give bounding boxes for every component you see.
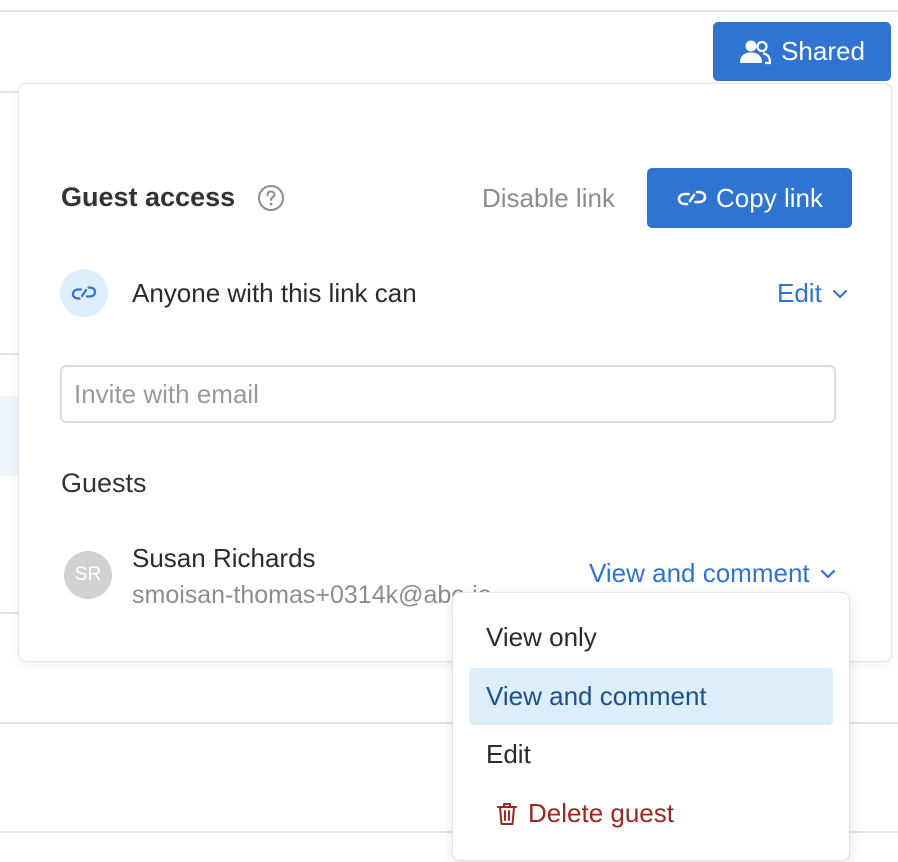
page-divider bbox=[0, 353, 20, 355]
guests-heading: Guests bbox=[61, 468, 147, 498]
menu-item-edit[interactable]: Edit bbox=[469, 726, 833, 783]
trash-icon bbox=[497, 802, 517, 825]
users-icon bbox=[740, 40, 772, 64]
page-divider bbox=[0, 10, 898, 12]
copy-link-button[interactable]: Copy link bbox=[647, 168, 852, 228]
link-permission-text: Anyone with this link can bbox=[132, 278, 417, 308]
link-icon bbox=[677, 190, 707, 206]
menu-item-label: View only bbox=[486, 622, 597, 652]
invite-email-input[interactable] bbox=[60, 365, 836, 423]
page-divider bbox=[0, 612, 20, 614]
shared-button[interactable]: Shared bbox=[713, 22, 891, 81]
menu-item-view-and-comment[interactable]: View and comment bbox=[469, 668, 833, 725]
avatar: SR bbox=[64, 551, 112, 599]
disable-link-button[interactable]: Disable link bbox=[482, 183, 615, 214]
link-badge bbox=[60, 269, 108, 317]
menu-item-delete-guest[interactable]: Delete guest bbox=[469, 785, 833, 842]
shared-button-label: Shared bbox=[781, 36, 865, 66]
link-permission-value: Edit bbox=[777, 278, 822, 308]
chevron-down-icon bbox=[820, 569, 835, 578]
chevron-down-icon bbox=[832, 289, 847, 298]
menu-item-label: Delete guest bbox=[528, 798, 674, 828]
link-permission-dropdown[interactable]: Edit bbox=[777, 278, 848, 309]
copy-link-label: Copy link bbox=[716, 182, 823, 213]
guest-permission-value: View and comment bbox=[589, 558, 810, 588]
link-icon bbox=[71, 286, 97, 300]
page-divider bbox=[0, 91, 20, 93]
share-panel: Guest access Disable link Copy link Anyo… bbox=[18, 83, 892, 662]
permission-menu: View only View and comment Edit Delete g… bbox=[452, 592, 850, 861]
guest-name: Susan Richards bbox=[132, 543, 316, 573]
menu-item-view-only[interactable]: View only bbox=[469, 609, 833, 666]
menu-item-label: View and comment bbox=[486, 681, 707, 711]
page-row-highlight bbox=[0, 396, 18, 476]
menu-item-label: Edit bbox=[486, 739, 531, 769]
app-stage: Shared Guest access Disable link Copy li… bbox=[0, 0, 898, 862]
guest-permission-dropdown[interactable]: View and comment bbox=[589, 558, 836, 589]
guest-email: smoisan-thomas+0314k@abe.io bbox=[132, 581, 492, 609]
guest-access-title: Guest access bbox=[61, 182, 236, 212]
question-circle-icon[interactable] bbox=[257, 184, 285, 212]
